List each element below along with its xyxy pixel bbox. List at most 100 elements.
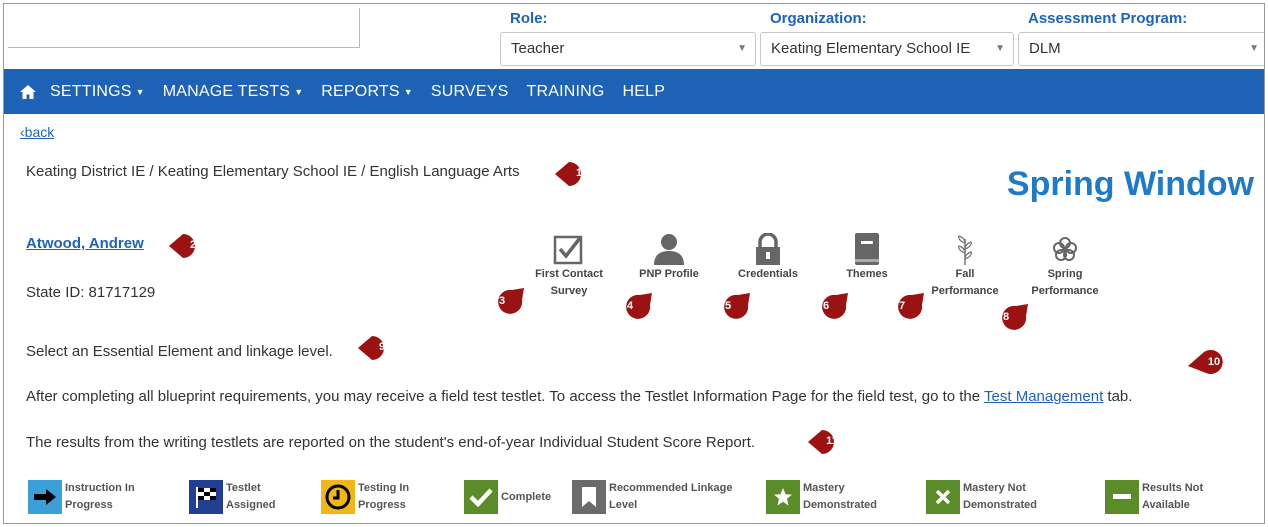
spring-label-2: Performance [1031,285,1099,297]
callout-number: 4 [626,300,634,312]
spring-performance-button[interactable]: Spring Performance [1020,229,1110,300]
callout-number: 8 [1002,311,1010,323]
leaf-icon [920,229,1010,265]
legend-label: Testlet [226,482,261,494]
caret-down-icon: ▼ [403,86,413,97]
home-icon[interactable] [20,84,36,100]
nav-surveys-label: SURVEYS [430,82,509,100]
legend-instruction-in-progress: Instruction In Progress [28,480,135,514]
book-icon [822,229,912,265]
checkbox-icon [524,229,614,265]
legend-label: Mastery [803,482,845,494]
legend-label: Recommended Linkage [609,482,733,494]
legend-label: Complete [501,490,552,503]
instruction-text: Select an Essential Element and linkage … [26,343,333,360]
nav-help[interactable]: HELP [623,83,666,101]
pnp-profile-label: PNP Profile [639,268,699,280]
chevron-down-icon: ▼ [1249,43,1259,54]
caret-down-icon: ▼ [294,86,304,97]
legend-mastery-demonstrated: Mastery Demonstrated [766,480,877,514]
legend-complete: Complete [464,480,551,514]
legend-label: Progress [65,499,113,511]
bookmark-icon [572,480,606,514]
legend-results-not-available: Results Not Available [1105,480,1203,514]
callout-number: 6 [822,300,830,312]
role-value: Teacher [511,40,565,57]
legend-label: Assigned [226,499,276,511]
checkered-flag-icon [189,480,223,514]
field-test-text: After completing all blueprint requireme… [26,388,1132,405]
first-contact-label-1: First Contact [535,268,603,280]
legend-testing-in-progress: Testing In Progress [321,480,409,514]
program-label: Assessment Program: [1028,10,1188,27]
clock-icon [321,480,355,514]
legend-mastery-not-demonstrated: Mastery Not Demonstrated [926,480,1037,514]
callout-number: 3 [498,295,506,307]
first-contact-label-2: Survey [550,285,588,297]
role-select[interactable]: Teacher ▼ [500,32,756,66]
minus-icon [1105,480,1139,514]
logo-area [8,8,360,48]
program-select[interactable]: DLM ▼ [1018,32,1264,66]
legend-label: Progress [358,499,406,511]
fall-performance-button[interactable]: Fall Performance [920,229,1010,300]
arrow-right-icon [28,480,62,514]
callout-marker: 11 [808,429,846,455]
legend-recommended-linkage-level: Recommended Linkage Level [572,480,732,514]
nav-help-label: HELP [622,82,666,100]
callout-number: 1 [575,167,583,179]
program-value: DLM [1029,40,1061,57]
spring-label-1: Spring [1047,268,1083,280]
legend-label: Level [609,499,638,511]
nav-surveys[interactable]: SURVEYS [431,83,509,101]
nav-reports-label: REPORTS [321,82,400,100]
organization-value: Keating Elementary School IE [771,40,971,57]
program-group: Assessment Program: DLM ▼ [1018,9,1264,66]
organization-group: Organization: Keating Elementary School … [760,9,1014,66]
x-icon [926,480,960,514]
nav-settings[interactable]: SETTINGS ▼ [50,83,145,101]
legend-label: Instruction In [65,482,135,494]
callout-marker: 5 [714,291,752,319]
nav-settings-label: SETTINGS [50,82,132,100]
student-name-link[interactable]: Atwood, Andrew [26,235,144,252]
legend-label: Demonstrated [963,499,1037,511]
callout-marker: 7 [888,291,926,319]
first-contact-survey-button[interactable]: First Contact Survey [524,229,614,300]
callout-marker: 10 [1188,348,1226,374]
nav-manage-tests-label: MANAGE TESTS [162,82,291,100]
breadcrumb: Keating District IE / Keating Elementary… [26,163,520,180]
nav-reports[interactable]: REPORTS ▼ [321,83,413,101]
credentials-button[interactable]: Credentials [723,229,813,283]
lock-icon [723,229,813,265]
field-test-text-before: After completing all blueprint requireme… [26,388,985,405]
callout-number: 10 [1207,356,1221,368]
callout-marker: 4 [616,291,654,319]
writing-note-text: The results from the writing testlets ar… [26,434,756,451]
organization-select[interactable]: Keating Elementary School IE ▼ [760,32,1014,66]
pnp-profile-button[interactable]: PNP Profile [624,229,714,283]
main-nav: SETTINGS ▼ MANAGE TESTS ▼ REPORTS ▼ SURVEYS… [4,69,1264,114]
callout-marker: 2 [169,233,207,259]
themes-button[interactable]: Themes [822,229,912,283]
person-icon [624,229,714,265]
back-link[interactable]: ‹back [20,124,54,140]
callout-marker: 6 [812,291,850,319]
callout-number: 5 [724,300,732,312]
callout-number: 9 [378,341,386,353]
test-management-link[interactable]: Test Management [984,388,1103,405]
organization-label: Organization: [770,10,867,27]
legend-label: Testing In [358,482,410,494]
checkmark-icon [464,480,498,514]
nav-training[interactable]: TRAINING [526,83,604,101]
legend-label: Mastery Not [963,482,1026,494]
callout-marker: 3 [488,286,526,314]
fall-label-1: Fall [955,268,975,280]
credentials-label: Credentials [738,268,798,280]
themes-label: Themes [846,268,888,280]
callout-number: 7 [898,300,906,312]
nav-manage-tests[interactable]: MANAGE TESTS ▼ [163,83,304,101]
app-frame: Role: Teacher ▼ Organization: Keating El… [3,3,1265,524]
legend-label: Results Not [1142,482,1204,494]
chevron-down-icon: ▼ [737,43,747,54]
